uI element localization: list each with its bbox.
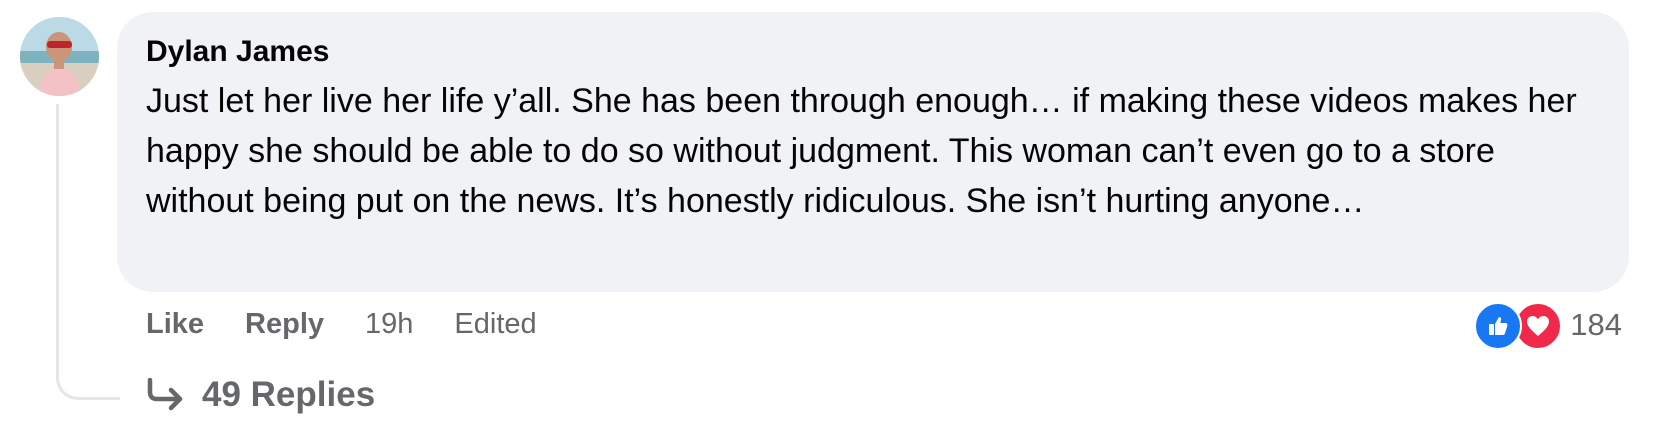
comment-bubble: Dylan James Just let her live her life y… — [117, 12, 1629, 292]
reaction-count[interactable]: 184 — [1570, 307, 1622, 343]
replies-count-label[interactable]: 49 Replies — [202, 375, 375, 415]
avatar[interactable] — [20, 17, 99, 96]
reaction-summary[interactable]: 184 — [1474, 302, 1622, 350]
comment-author[interactable]: Dylan James — [146, 34, 1599, 70]
edited-label[interactable]: Edited — [454, 308, 536, 341]
like-reaction-icon — [1474, 302, 1523, 350]
reply-button[interactable]: Reply — [245, 308, 324, 341]
reaction-icons — [1474, 302, 1564, 350]
comment-text: Just let her live her life y’all. She ha… — [146, 82, 1577, 220]
like-button[interactable]: Like — [146, 308, 204, 341]
thread-connector-line — [56, 104, 120, 400]
comment-timestamp[interactable]: 19h — [365, 308, 413, 341]
comment-actions: Like Reply 19h Edited — [146, 304, 578, 344]
reply-arrow-icon — [147, 378, 183, 411]
profile-photo-icon — [20, 17, 99, 96]
comment-thread: Dylan James Just let her live her life y… — [0, 0, 1672, 424]
view-replies-button[interactable]: 49 Replies — [146, 372, 375, 418]
